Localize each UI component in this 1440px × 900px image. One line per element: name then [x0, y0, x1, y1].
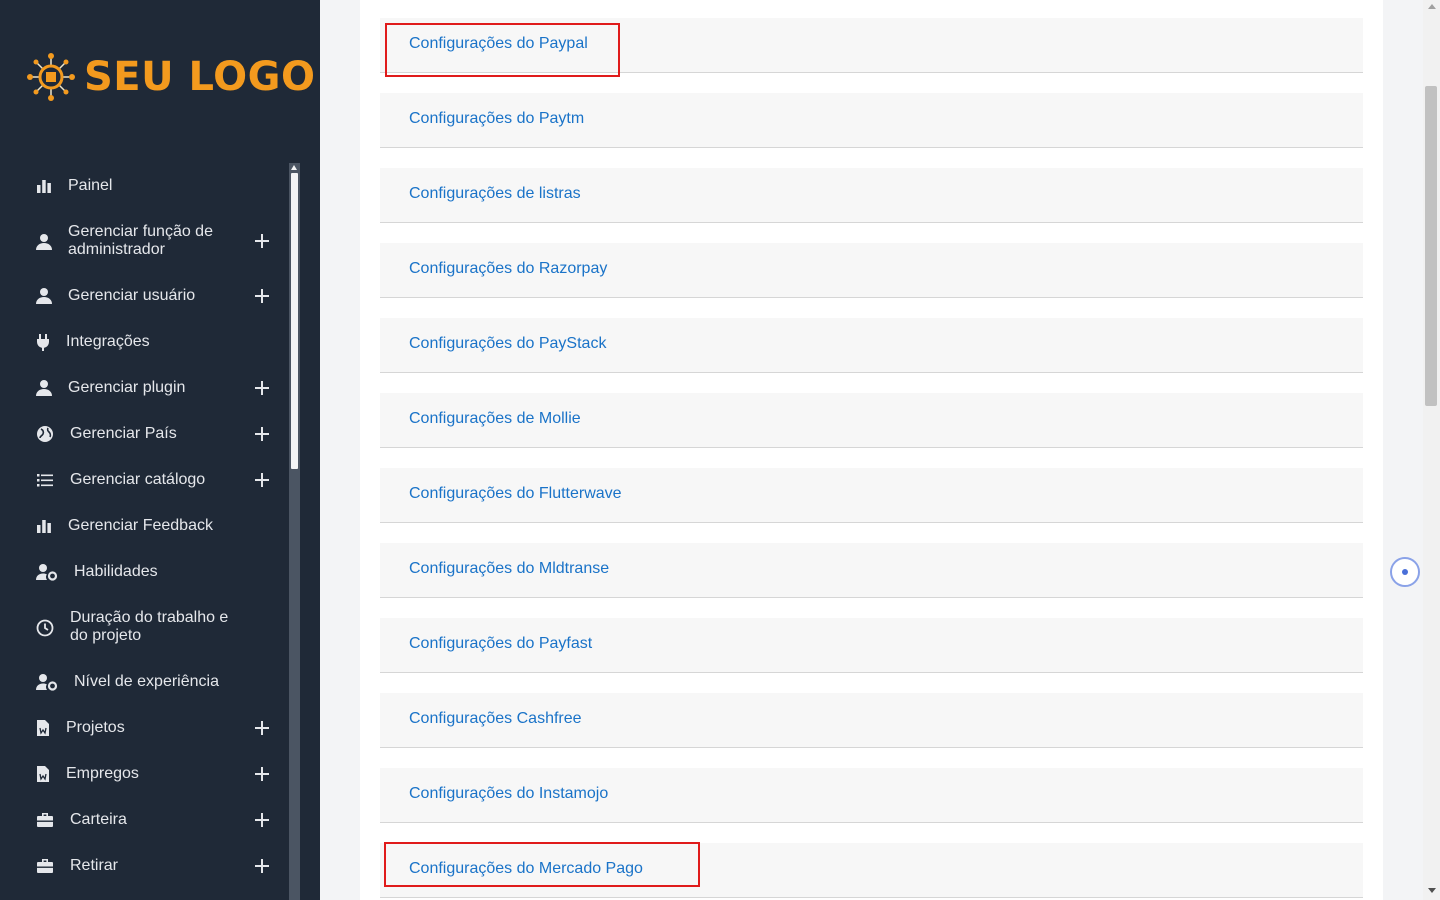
page-scrollbar-thumb[interactable] [1425, 86, 1437, 406]
expand-plus-icon[interactable] [252, 231, 272, 251]
sidebar-item-label: Gerenciar plugin [68, 379, 186, 396]
setting-link[interactable]: Configurações Cashfree [409, 710, 582, 728]
expand-plus-icon[interactable] [252, 286, 272, 306]
file-icon [34, 765, 52, 783]
setting-link[interactable]: Configurações do Mldtranse [409, 560, 609, 578]
sidebar-item-label: Integrações [66, 333, 150, 350]
sidebar-item-withdraw[interactable]: Retirar [0, 857, 289, 875]
settings-panel: Configurações do Paypal Configurações do… [360, 0, 1383, 900]
bar-chart-icon [35, 517, 53, 535]
list-icon [36, 471, 54, 489]
setting-link[interactable]: Configurações de listras [409, 185, 581, 203]
setting-row-paystack[interactable]: Configurações do PayStack [380, 318, 1363, 373]
setting-link[interactable]: Configurações do Paypal [409, 35, 588, 53]
setting-row-mollie[interactable]: Configurações de Mollie [380, 393, 1363, 448]
expand-plus-icon[interactable] [252, 718, 272, 738]
sidebar-item-label: Retirar [70, 857, 119, 874]
user-gear-icon [36, 563, 58, 581]
sidebar-item-label: Painel [68, 177, 113, 194]
setting-row-mercado-pago[interactable]: Configurações do Mercado Pago [380, 843, 1363, 898]
sidebar-scrollbar-thumb[interactable] [291, 173, 298, 469]
sidebar-item-label: Carteira [70, 811, 127, 828]
sidebar-item-label: Gerenciar catálogo [70, 471, 206, 488]
sidebar-item-manage-plugin[interactable]: Gerenciar plugin [0, 379, 289, 397]
dot-icon [1402, 569, 1408, 575]
expand-plus-icon[interactable] [252, 424, 272, 444]
logo-icon [27, 53, 75, 101]
setting-link[interactable]: Configurações do Payfast [409, 635, 592, 653]
sidebar-item-manage-feedback[interactable]: Gerenciar Feedback [0, 517, 289, 535]
plug-icon [34, 333, 52, 351]
bar-chart-icon [35, 177, 53, 195]
sidebar-item-manage-catalog[interactable]: Gerenciar catálogo [0, 471, 289, 489]
sidebar-item-wallet[interactable]: Carteira [0, 811, 289, 829]
setting-row-paypal[interactable]: Configurações do Paypal [380, 18, 1363, 73]
setting-row-midtrans[interactable]: Configurações do Mldtranse [380, 543, 1363, 598]
logo-text: SEU LOGO [84, 54, 316, 100]
setting-row-instamojo[interactable]: Configurações do Instamojo [380, 768, 1363, 823]
sidebar-item-label: Gerenciar País [70, 425, 177, 442]
setting-link[interactable]: Configurações do Razorpay [409, 260, 607, 278]
setting-link[interactable]: Configurações de Mollie [409, 410, 581, 428]
setting-row-stripe[interactable]: Configurações de listras [380, 168, 1363, 223]
setting-link[interactable]: Configurações do Instamojo [409, 785, 608, 803]
sidebar-item-label: Gerenciar função de administrador [68, 223, 213, 258]
briefcase-icon [36, 811, 54, 829]
expand-plus-icon[interactable] [252, 378, 272, 398]
clock-icon [36, 619, 54, 637]
globe-icon [36, 425, 54, 443]
user-icon [35, 287, 53, 305]
scroll-up-arrow-icon[interactable] [1428, 4, 1436, 9]
sidebar-item-experience-level[interactable]: Nível de experiência [0, 673, 289, 691]
expand-plus-icon[interactable] [252, 810, 272, 830]
sidebar-item-work-duration[interactable]: Duração do trabalho e do projeto [0, 609, 289, 647]
expand-plus-icon[interactable] [252, 764, 272, 784]
scroll-up-arrow-icon[interactable] [291, 165, 297, 170]
sidebar-item-label: Empregos [66, 765, 139, 782]
logo[interactable]: SEU LOGO [26, 52, 315, 102]
setting-row-cashfree[interactable]: Configurações Cashfree [380, 693, 1363, 748]
setting-link[interactable]: Configurações do Flutterwave [409, 485, 622, 503]
setting-row-razorpay[interactable]: Configurações do Razorpay [380, 243, 1363, 298]
user-icon [35, 233, 53, 251]
setting-link[interactable]: Configurações do PayStack [409, 335, 606, 353]
sidebar-item-admin-role[interactable]: Gerenciar função de administrador [0, 223, 289, 261]
file-icon [34, 719, 52, 737]
setting-link[interactable]: Configurações do Paytm [409, 110, 584, 128]
sidebar-item-label: Duração do trabalho e do projeto [70, 609, 229, 644]
sidebar-item-jobs[interactable]: Empregos [0, 765, 289, 783]
sidebar-item-label: Projetos [66, 719, 125, 736]
setting-row-flutterwave[interactable]: Configurações do Flutterwave [380, 468, 1363, 523]
sidebar-item-label: Gerenciar Feedback [68, 517, 213, 534]
page-scrollbar[interactable] [1423, 0, 1440, 900]
sidebar-item-manage-user[interactable]: Gerenciar usuário [0, 287, 289, 305]
expand-plus-icon[interactable] [252, 856, 272, 876]
user-gear-icon [36, 673, 58, 691]
setting-row-payfast[interactable]: Configurações do Payfast [380, 618, 1363, 673]
sidebar-item-integrations[interactable]: Integrações [0, 333, 289, 351]
briefcase-icon [36, 857, 54, 875]
setting-row-paytm[interactable]: Configurações do Paytm [380, 93, 1363, 148]
sidebar-scrollbar[interactable] [289, 163, 300, 900]
scroll-down-arrow-icon[interactable] [1428, 888, 1436, 893]
sidebar-item-projects[interactable]: Projetos [0, 719, 289, 737]
setting-link[interactable]: Configurações do Mercado Pago [409, 860, 643, 878]
floating-action-button[interactable] [1390, 557, 1420, 587]
user-icon [35, 379, 53, 397]
sidebar-item-label: Gerenciar usuário [68, 287, 196, 304]
sidebar-item-manage-country[interactable]: Gerenciar País [0, 425, 289, 443]
sidebar-item-label: Nível de experiência [74, 673, 219, 690]
sidebar: SEU LOGO Painel Gerenciar função de admi… [0, 0, 320, 900]
sidebar-item-skills[interactable]: Habilidades [0, 563, 289, 581]
sidebar-item-painel[interactable]: Painel [0, 177, 289, 195]
sidebar-item-label: Habilidades [74, 563, 158, 580]
expand-plus-icon[interactable] [252, 470, 272, 490]
